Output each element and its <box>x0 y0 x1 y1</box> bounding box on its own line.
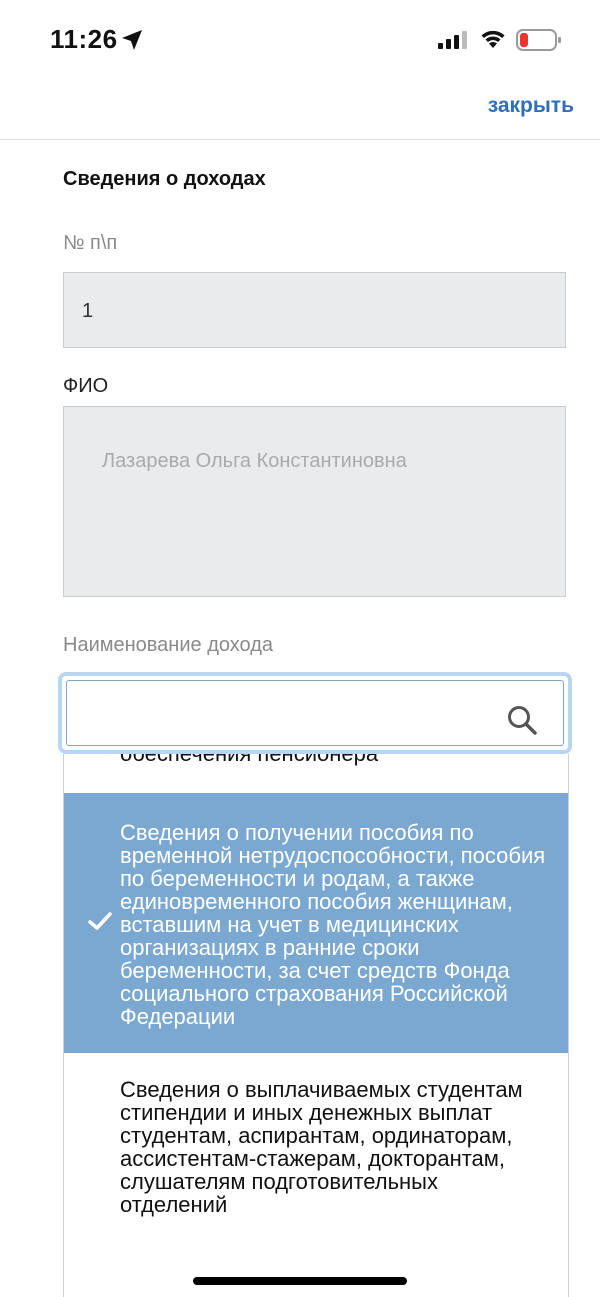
income-option-label: Сведения о получении пособия по временно… <box>120 820 546 1029</box>
income-label: Наименование дохода <box>63 634 274 656</box>
number-label: № п\п <box>63 232 118 254</box>
income-options-list[interactable]: обеспечения пенсионера Сведения о получе… <box>63 754 569 1297</box>
header-divider <box>0 139 600 140</box>
close-button[interactable]: закрыть <box>488 94 574 118</box>
wifi-icon <box>481 30 505 48</box>
fio-label: ФИО <box>63 375 109 397</box>
income-option[interactable]: Сведения о выплачиваемых студентам стипе… <box>64 1078 568 1216</box>
fio-field: Лазарева Ольга Константиновна <box>63 406 566 597</box>
status-time: 11:26 <box>50 24 118 54</box>
section-title: Сведения о доходах <box>63 168 266 190</box>
search-input-inner[interactable] <box>66 680 564 746</box>
status-bar: 11:26 <box>0 0 600 80</box>
battery-low-icon <box>516 29 561 51</box>
checkmark-icon <box>88 912 112 930</box>
number-field: 1 <box>63 272 566 348</box>
income-search-input[interactable] <box>58 672 572 754</box>
location-arrow-icon <box>122 30 142 50</box>
income-option-selected[interactable]: Сведения о получении пособия по временно… <box>64 793 568 1053</box>
search-icon <box>508 706 537 735</box>
cellular-signal-icon <box>438 31 467 49</box>
number-value: 1 <box>82 300 94 322</box>
income-option[interactable]: обеспечения пенсионера <box>64 754 568 765</box>
fio-value: Лазарева Ольга Константиновна <box>102 450 407 472</box>
home-indicator <box>193 1277 407 1285</box>
